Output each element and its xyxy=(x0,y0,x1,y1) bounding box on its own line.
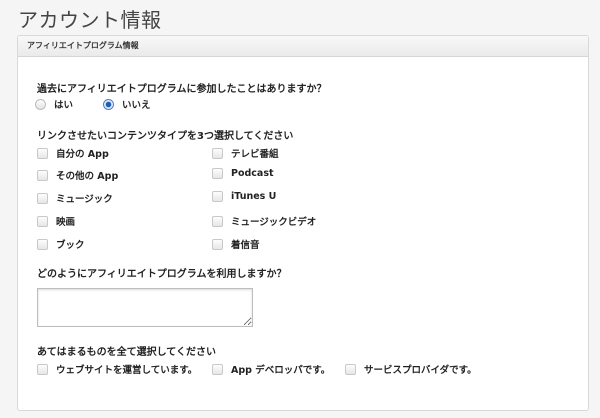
radio-yes-label: はい xyxy=(54,100,74,111)
checkbox-itunes-u-label: iTunes U xyxy=(231,191,277,202)
checkbox-podcast[interactable]: Podcast xyxy=(212,168,274,179)
content-type-question: リンクさせたいコンテンツタイプを3つ選択してください xyxy=(37,131,294,142)
checkbox[interactable] xyxy=(37,238,48,250)
checkbox-itunes-u[interactable]: iTunes U xyxy=(212,191,276,202)
checkbox-my-app-label: 自分の App xyxy=(56,149,109,160)
checkbox-music[interactable]: ミュージック xyxy=(37,191,113,205)
checkbox-website-owner[interactable]: ウェブサイトを運営しています。 xyxy=(37,362,197,376)
checkbox-ringtones-label: 着信音 xyxy=(231,240,260,251)
radio-no[interactable]: いいえ xyxy=(103,97,151,111)
checkbox-movies-label: 映画 xyxy=(56,217,76,228)
checkbox-books-label: ブック xyxy=(56,240,85,251)
panel-header: アフィリエイトプログラム情報 xyxy=(18,36,588,57)
checkbox[interactable] xyxy=(212,191,223,202)
checkbox-service-provider-label: サービスプロバイダです。 xyxy=(364,365,477,376)
radio-no-label: いいえ xyxy=(122,100,151,111)
checkbox-app-developer[interactable]: App デベロッパです。 xyxy=(212,362,330,376)
checkbox[interactable] xyxy=(212,168,223,179)
checkbox-app-developer-label: App デベロッパです。 xyxy=(231,365,331,376)
checkbox-podcast-label: Podcast xyxy=(231,168,274,179)
checkbox[interactable] xyxy=(212,147,223,159)
checkbox[interactable] xyxy=(37,363,48,375)
checkbox[interactable] xyxy=(212,363,223,375)
page-title: アカウント情報 xyxy=(18,8,162,32)
checkbox-tv-shows[interactable]: テレビ番組 xyxy=(212,146,279,160)
checkbox-my-app[interactable]: 自分の App xyxy=(37,146,109,160)
checkbox-other-app[interactable]: その他の App xyxy=(37,168,118,182)
checkbox[interactable] xyxy=(37,215,48,227)
checkbox-tv-shows-label: テレビ番組 xyxy=(231,149,279,160)
checkbox[interactable] xyxy=(212,238,223,250)
usage-question: どのようにアフィリエイトプログラムを利用しますか？ xyxy=(37,269,287,280)
usage-textarea[interactable] xyxy=(37,288,253,327)
checkbox-music-videos[interactable]: ミュージックビデオ xyxy=(212,214,316,228)
affiliate-info-panel: アフィリエイトプログラム情報 過去にアフィリエイトプログラムに参加したことはあり… xyxy=(17,35,589,411)
checkbox[interactable] xyxy=(37,147,48,159)
checkbox-movies[interactable]: 映画 xyxy=(37,214,75,228)
radio-button[interactable] xyxy=(35,98,46,110)
checkbox[interactable] xyxy=(212,215,223,227)
radio-button-selected[interactable] xyxy=(103,98,114,110)
checkbox-music-videos-label: ミュージックビデオ xyxy=(231,217,317,228)
checkbox[interactable] xyxy=(37,169,48,181)
previous-participation-question: 過去にアフィリエイトプログラムに参加したことはありますか？ xyxy=(37,84,327,95)
checkbox[interactable] xyxy=(345,363,356,375)
checkbox-books[interactable]: ブック xyxy=(37,237,85,251)
checkbox-other-app-label: その他の App xyxy=(56,171,119,182)
checkbox-ringtones[interactable]: 着信音 xyxy=(212,237,260,251)
checkbox[interactable] xyxy=(37,192,48,204)
checkbox-service-provider[interactable]: サービスプロバイダです。 xyxy=(345,362,477,376)
radio-yes[interactable]: はい xyxy=(35,97,73,111)
checkbox-music-label: ミュージック xyxy=(56,194,113,205)
checkbox-website-owner-label: ウェブサイトを運営しています。 xyxy=(56,365,198,376)
applicable-question: あてはまるものを全て選択してください xyxy=(37,347,216,358)
